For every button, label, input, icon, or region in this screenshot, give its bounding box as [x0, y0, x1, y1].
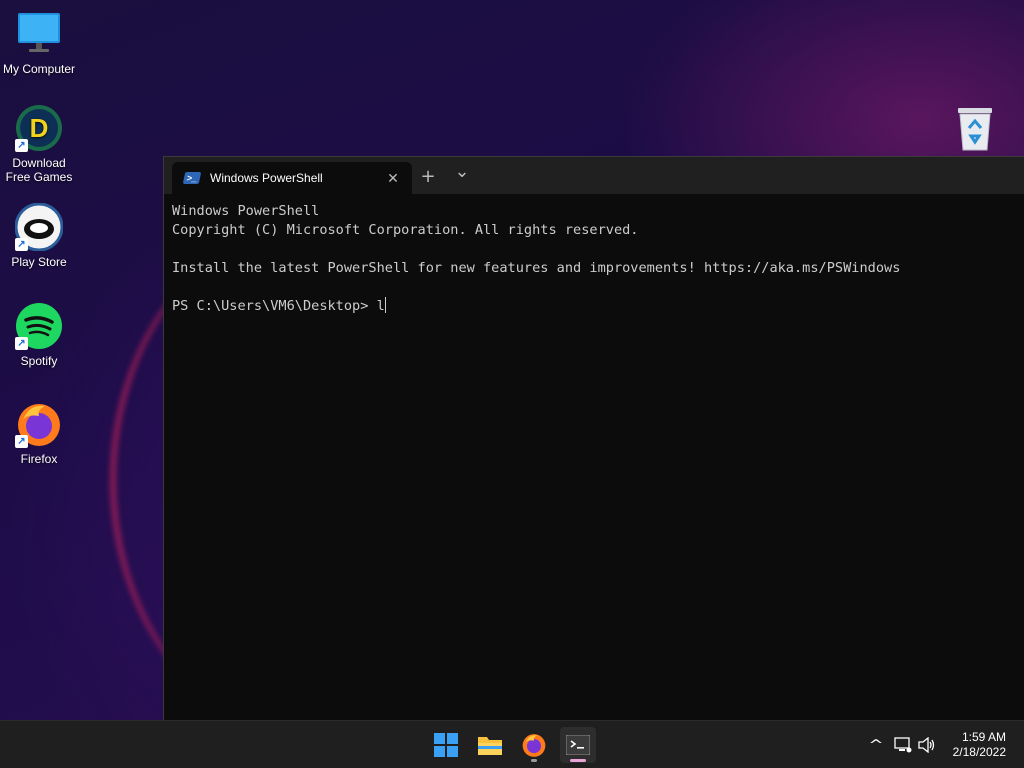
chevron-up-icon[interactable]: ^ [862, 738, 890, 753]
start-button[interactable] [428, 727, 464, 763]
shortcut-arrow-icon: ↗ [15, 337, 28, 350]
recycle-bin-icon[interactable] [955, 106, 995, 152]
prompt-text: PS C:\Users\VM6\Desktop> [172, 298, 377, 314]
prompt-input[interactable]: l [377, 298, 385, 314]
desktop-icon-play-store[interactable]: ↗ Play Store [0, 202, 78, 269]
svg-text:D: D [30, 113, 49, 143]
taskbar: ^ 1:59 AM 2/18/2022 [0, 720, 1024, 768]
tab-windows-powershell[interactable]: >_ Windows PowerShell ✕ [172, 162, 412, 194]
new-tab-button[interactable]: + [416, 166, 440, 188]
desktop-icon-label: Spotify [20, 354, 58, 368]
desktop-icon-label: Play Store [11, 255, 67, 269]
firefox-icon [522, 734, 546, 757]
spotify-icon: ↗ [15, 302, 63, 350]
active-indicator [570, 759, 586, 762]
file-explorer-button[interactable] [472, 727, 508, 763]
clock[interactable]: 1:59 AM 2/18/2022 [953, 730, 1006, 760]
console-line: Copyright (C) Microsoft Corporation. All… [172, 222, 639, 238]
shortcut-arrow-icon: ↗ [15, 435, 28, 448]
text-cursor [384, 297, 386, 313]
monitor-icon [15, 10, 63, 58]
console-line: Install the latest PowerShell for new fe… [172, 260, 901, 276]
desktop-icon-label: Firefox [20, 452, 58, 466]
tab-bar: >_ Windows PowerShell ✕ + ⌄ [164, 157, 1024, 194]
taskbar-firefox-button[interactable] [516, 727, 552, 763]
taskbar-terminal-button[interactable] [560, 727, 596, 763]
powershell-icon: >_ [182, 172, 202, 184]
system-tray: ^ [866, 721, 936, 768]
console-output[interactable]: Windows PowerShell Copyright (C) Microsof… [164, 194, 1024, 324]
terminal-icon [566, 735, 590, 755]
desktop-icon-download-free-games[interactable]: D ↗ Download Free Games [0, 104, 78, 184]
tab-dropdown-button[interactable]: ⌄ [450, 161, 474, 183]
clock-date: 2/18/2022 [952, 745, 1006, 759]
desktop-icon-spotify[interactable]: ↗ Spotify [0, 302, 78, 368]
play-store-icon: ↗ [14, 202, 64, 252]
download-games-icon: D ↗ [15, 104, 63, 152]
firefox-icon: ↗ [15, 400, 63, 448]
desktop-icon-label: Download Free Games [5, 156, 73, 184]
shortcut-arrow-icon: ↗ [15, 238, 28, 251]
desktop-icon-label: My Computer [2, 62, 76, 76]
windows-logo-icon [434, 733, 458, 757]
console-line: Windows PowerShell [172, 203, 320, 219]
volume-icon[interactable] [918, 737, 936, 753]
desktop-icon-firefox[interactable]: ↗ Firefox [0, 400, 78, 466]
prompt-line[interactable]: PS C:\Users\VM6\Desktop> l [172, 297, 1016, 316]
folder-icon [478, 737, 502, 755]
powershell-window[interactable]: >_ Windows PowerShell ✕ + ⌄ Windows Powe… [163, 156, 1024, 720]
shortcut-arrow-icon: ↗ [15, 139, 28, 152]
desktop-icon-my-computer[interactable]: My Computer [0, 10, 78, 76]
network-icon[interactable] [894, 737, 912, 753]
close-tab-icon[interactable]: ✕ [384, 169, 402, 187]
running-indicator [531, 759, 537, 762]
tab-title: Windows PowerShell [210, 171, 323, 185]
clock-time: 1:59 AM [961, 730, 1006, 744]
